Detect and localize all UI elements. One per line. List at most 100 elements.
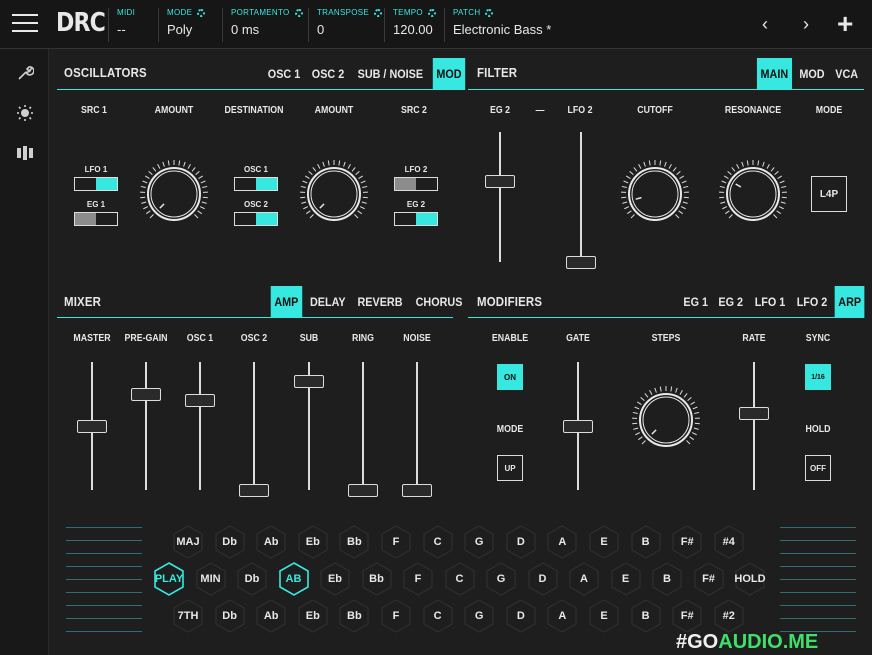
gear-icon[interactable]: [374, 8, 383, 17]
header-field-portamento[interactable]: PORTAMENTO 0 ms: [222, 8, 317, 42]
key-row2-10[interactable]: A: [567, 562, 601, 596]
key-row1-11[interactable]: B: [629, 525, 663, 559]
key-row3-11[interactable]: B: [629, 599, 663, 633]
filter-lfo2-slider-thumb[interactable]: [566, 256, 596, 269]
key-row2-9[interactable]: D: [526, 562, 560, 596]
mod-source-toggle[interactable]: [394, 177, 438, 191]
arp-sync-button[interactable]: 1/16: [805, 364, 831, 390]
filter-cutoff-knob[interactable]: [619, 158, 691, 230]
key-row1-4[interactable]: Bb: [337, 525, 371, 559]
next-patch-button[interactable]: ›: [803, 14, 809, 35]
key-row2-5[interactable]: Bb: [360, 562, 394, 596]
key-row3-12[interactable]: F#: [670, 599, 704, 633]
key-row2-12[interactable]: B: [650, 562, 684, 596]
key-row3-10[interactable]: E: [587, 599, 621, 633]
mod-source-toggle[interactable]: [74, 177, 118, 191]
key-row1-1[interactable]: Db: [213, 525, 247, 559]
key-row2-7[interactable]: C: [443, 562, 477, 596]
header-field-transpose[interactable]: TRANSPOSE 0: [308, 8, 393, 42]
mixer-noise-slider-thumb[interactable]: [402, 484, 432, 497]
key-row2-6[interactable]: F: [401, 562, 435, 596]
key-row2-14[interactable]: HOLD: [733, 562, 767, 596]
header-field-tempo[interactable]: TEMPO 120.00: [384, 8, 453, 42]
arp-hold-button[interactable]: OFF: [805, 455, 831, 481]
key-row3-5[interactable]: F: [379, 599, 413, 633]
arp-enable-button[interactable]: ON: [497, 364, 523, 390]
header-field-patch[interactable]: PATCH Electronic Bass *: [444, 8, 573, 42]
tab-filter-vca[interactable]: VCA: [831, 58, 861, 90]
mixer-pre-gain-slider-thumb[interactable]: [131, 388, 161, 401]
mod-source-toggle[interactable]: [234, 212, 278, 226]
mod-source-toggle[interactable]: [74, 212, 118, 226]
tab-mixer-amp[interactable]: AMP: [270, 286, 302, 318]
key-row1-9[interactable]: A: [545, 525, 579, 559]
gear-icon[interactable]: [294, 8, 303, 17]
key-row2-8[interactable]: G: [484, 562, 518, 596]
tab-oscillators-mod[interactable]: MOD: [432, 58, 465, 90]
mixer-osc-1-slider-thumb[interactable]: [185, 394, 215, 408]
key-row2-2[interactable]: Db: [235, 562, 269, 596]
key-row1-6[interactable]: C: [421, 525, 455, 559]
key-row1-5[interactable]: F: [379, 525, 413, 559]
key-row1-13[interactable]: #4: [712, 525, 746, 559]
key-row3-9[interactable]: A: [545, 599, 579, 633]
tab-oscillators-sub-noise[interactable]: SUB / NOISE: [354, 58, 427, 90]
header-field-mode[interactable]: MODE Poly: [158, 8, 231, 42]
tab-oscillators-osc-2[interactable]: OSC 2: [308, 58, 348, 90]
tab-modifiers-lfo-2[interactable]: LFO 2: [793, 286, 831, 318]
tab-modifiers-eg-2[interactable]: EG 2: [715, 286, 747, 318]
arp-mode-button[interactable]: UP: [497, 455, 523, 481]
tab-modifiers-lfo-1[interactable]: LFO 1: [751, 286, 789, 318]
key-row1-0[interactable]: MAJ: [171, 525, 205, 559]
mixer-ring-slider-thumb[interactable]: [348, 484, 378, 497]
mixer-sub-slider-thumb[interactable]: [294, 375, 324, 389]
key-row3-3[interactable]: Eb: [296, 599, 330, 633]
filter-resonance-knob[interactable]: [717, 158, 789, 230]
wrench-icon[interactable]: [16, 64, 35, 82]
tab-filter-main[interactable]: MAIN: [756, 58, 792, 90]
gear-icon[interactable]: [427, 8, 436, 17]
key-row2-3[interactable]: AB: [277, 562, 311, 596]
key-row3-6[interactable]: C: [421, 599, 455, 633]
add-patch-button[interactable]: +: [837, 8, 853, 40]
key-row2-1[interactable]: MIN: [194, 562, 228, 596]
key-row3-13[interactable]: #2: [712, 599, 746, 633]
grid-icon[interactable]: [16, 144, 34, 162]
key-row3-7[interactable]: G: [462, 599, 496, 633]
key-row2-4[interactable]: Eb: [318, 562, 352, 596]
tab-modifiers-eg-1[interactable]: EG 1: [680, 286, 712, 318]
arp-gate-slider-thumb[interactable]: [563, 420, 593, 433]
key-row3-2[interactable]: Ab: [254, 599, 288, 633]
key-row1-8[interactable]: D: [504, 525, 538, 559]
mixer-master-slider-thumb[interactable]: [77, 420, 107, 433]
key-row2-0[interactable]: PLAY: [152, 562, 186, 596]
osc-amount-1-knob[interactable]: [138, 158, 210, 230]
mixer-osc-2-slider-thumb[interactable]: [239, 484, 269, 497]
key-row3-0[interactable]: 7TH: [171, 599, 205, 633]
osc-amount-2-knob[interactable]: [298, 158, 370, 230]
key-row1-10[interactable]: E: [587, 525, 621, 559]
arp-rate-slider-thumb[interactable]: [739, 407, 769, 421]
key-row2-11[interactable]: E: [609, 562, 643, 596]
gear-icon[interactable]: [485, 8, 494, 17]
arp-steps-knob[interactable]: [630, 384, 702, 456]
tab-mixer-reverb[interactable]: REVERB: [354, 286, 406, 318]
tab-mixer-chorus[interactable]: CHORUS: [412, 286, 466, 318]
sun-icon[interactable]: [16, 104, 34, 122]
key-row1-7[interactable]: G: [462, 525, 496, 559]
mod-source-toggle[interactable]: [234, 177, 278, 191]
menu-icon[interactable]: [12, 14, 38, 34]
key-row1-2[interactable]: Ab: [254, 525, 288, 559]
key-row3-1[interactable]: Db: [213, 599, 247, 633]
gear-icon[interactable]: [197, 8, 206, 17]
tab-filter-mod[interactable]: MOD: [795, 58, 827, 90]
key-row1-12[interactable]: F#: [670, 525, 704, 559]
prev-patch-button[interactable]: ‹: [762, 14, 768, 35]
key-row3-8[interactable]: D: [504, 599, 538, 633]
filter-mode-button[interactable]: L4P: [811, 176, 847, 212]
key-row3-4[interactable]: Bb: [337, 599, 371, 633]
filter-eg2-slider-thumb[interactable]: [485, 175, 515, 189]
tab-mixer-delay[interactable]: DELAY: [306, 286, 349, 318]
key-row2-13[interactable]: F#: [692, 562, 726, 596]
tab-oscillators-osc-1[interactable]: OSC 1: [264, 58, 304, 90]
